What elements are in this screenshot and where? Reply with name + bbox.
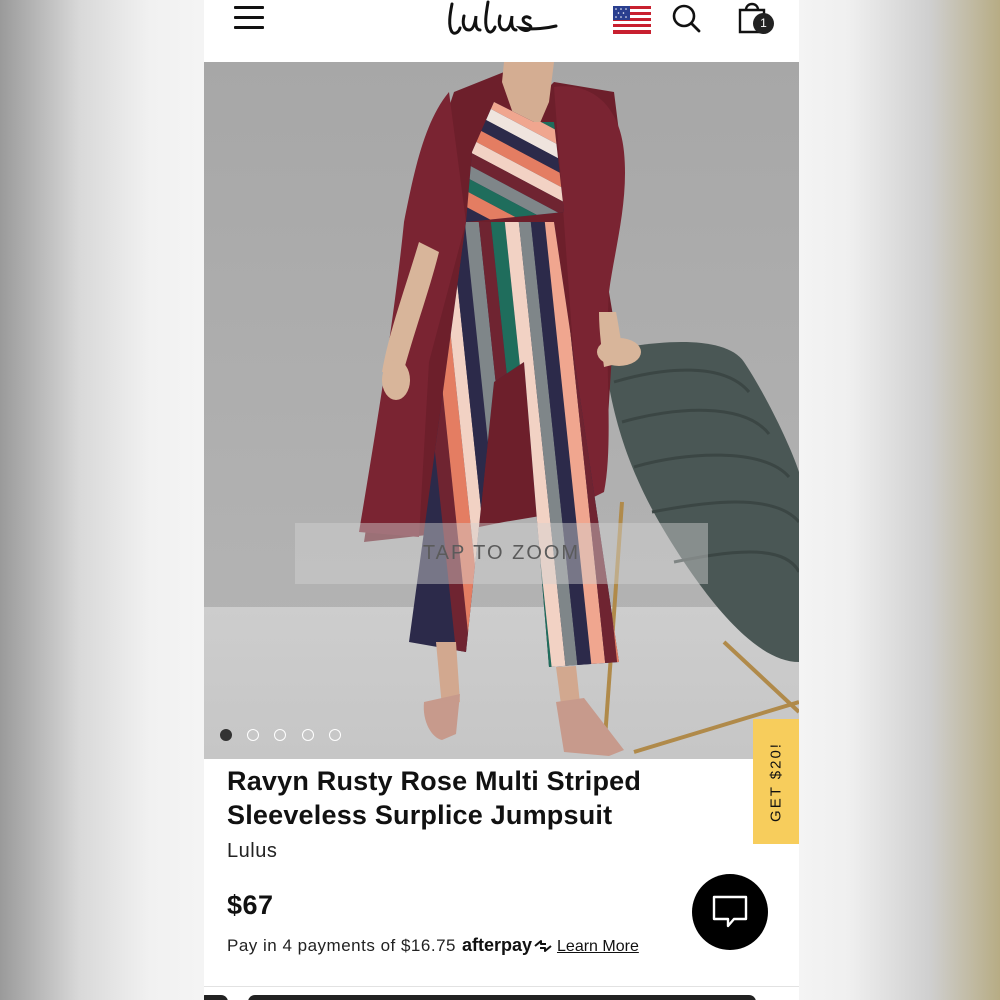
hamburger-menu-icon[interactable]: [234, 6, 264, 30]
afterpay-installments: Pay in 4 payments of $16.75 afterpay Learn…: [227, 935, 639, 961]
us-flag-icon[interactable]: [613, 6, 651, 34]
product-image[interactable]: TAP TO ZOOM: [204, 62, 799, 759]
gallery-dot[interactable]: [329, 729, 341, 741]
product-page: 1 TAP TO ZOOM Ravyn Rusty Rose Multi Str…: [204, 0, 799, 1000]
site-header: 1: [204, 0, 799, 62]
gallery-dot[interactable]: [220, 729, 232, 741]
gallery-dot[interactable]: [247, 729, 259, 741]
learn-more-link[interactable]: Learn More: [557, 938, 639, 955]
promo-tab-label: GET $20!: [767, 741, 785, 822]
product-price: $67: [227, 890, 274, 920]
product-brand[interactable]: Lulus: [227, 840, 277, 863]
product-photo: [204, 62, 799, 759]
product-title: Ravyn Rusty Rose Multi Striped Sleeveles…: [227, 764, 717, 832]
product-title-line1: Ravyn Rusty Rose Multi Striped: [227, 766, 642, 796]
gallery-dot[interactable]: [302, 729, 314, 741]
afterpay-logo: afterpay: [461, 935, 533, 955]
cart-count-badge: 1: [753, 13, 774, 34]
chat-button[interactable]: [692, 874, 768, 950]
bottom-toolbar: [204, 986, 799, 1000]
get-20-promo-tab[interactable]: GET $20!: [753, 719, 799, 844]
lulus-logo[interactable]: [444, 0, 562, 42]
toolbar-left-control[interactable]: [204, 995, 228, 1000]
afterpay-arrows-icon: [534, 940, 552, 952]
gallery-dot[interactable]: [274, 729, 286, 741]
search-icon[interactable]: [670, 2, 702, 34]
chat-bubble-icon: [712, 895, 748, 928]
toolbar-address-bar[interactable]: [248, 995, 756, 1000]
product-title-line2: Sleeveless Surplice Jumpsuit: [227, 800, 613, 830]
tap-to-zoom-hint[interactable]: TAP TO ZOOM: [295, 523, 708, 584]
installments-text: Pay in 4 payments of $16.75: [227, 936, 456, 955]
